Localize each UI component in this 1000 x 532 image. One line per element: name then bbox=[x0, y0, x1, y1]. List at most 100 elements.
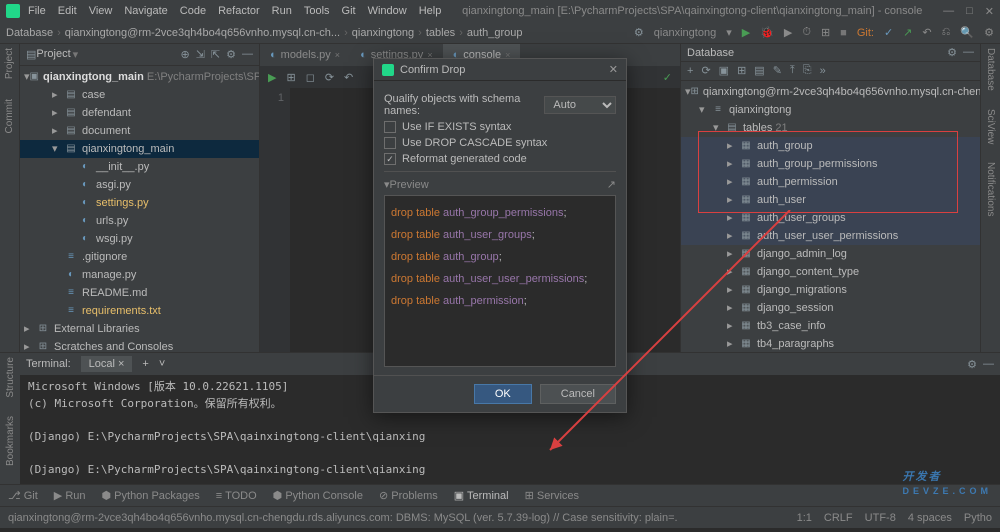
git-rollback-icon[interactable]: ⎌ bbox=[942, 26, 951, 39]
project-item-urls.py[interactable]: ◐urls.py bbox=[20, 212, 259, 230]
menu-git[interactable]: Git bbox=[342, 5, 356, 17]
chevron-down-icon[interactable]: ˅ bbox=[159, 358, 165, 370]
tool-todo[interactable]: ≡ TODO bbox=[216, 490, 257, 502]
menu-navigate[interactable]: Navigate bbox=[124, 5, 167, 17]
db-table-auth_user_user_permissions[interactable]: ▸▦auth_user_user_permissions bbox=[681, 227, 980, 245]
tool-services[interactable]: ⊞ Services bbox=[525, 489, 579, 502]
project-item-qianxingtong_main[interactable]: ▾▤qianxingtong_main bbox=[20, 140, 259, 158]
tool-run[interactable]: ▶ Run bbox=[54, 489, 86, 502]
add-tab-icon[interactable]: + bbox=[142, 358, 148, 370]
settings-icon[interactable]: ⚙ bbox=[947, 46, 957, 59]
commit-icon[interactable]: ⟳ bbox=[325, 71, 334, 84]
chevron-down-icon[interactable]: ▾ bbox=[726, 26, 732, 39]
tool-sciview[interactable]: SciView bbox=[985, 109, 996, 144]
db-table-django_admin_log[interactable]: ▸▦django_admin_log bbox=[681, 245, 980, 263]
tool-notifications[interactable]: Notifications bbox=[985, 162, 996, 216]
db-schema[interactable]: ▾≡qianxingtong bbox=[681, 101, 980, 119]
coverage-icon[interactable]: ▶ bbox=[784, 26, 792, 39]
menu-edit[interactable]: Edit bbox=[58, 5, 77, 17]
settings-icon[interactable]: ⚙ bbox=[967, 358, 977, 371]
checkbox-if-exists[interactable] bbox=[384, 121, 396, 133]
menu-refactor[interactable]: Refactor bbox=[218, 5, 260, 17]
collapse-icon[interactable]: ⇱ bbox=[211, 48, 220, 61]
debug-icon[interactable]: 🐞 bbox=[760, 26, 774, 39]
breadcrumb-item[interactable]: Database bbox=[6, 27, 53, 39]
tool-git[interactable]: ⎇ Git bbox=[8, 489, 38, 502]
tool-database[interactable]: Database bbox=[985, 48, 996, 91]
hide-icon[interactable]: — bbox=[242, 48, 253, 61]
project-item-document[interactable]: ▸▤document bbox=[20, 122, 259, 140]
tool-python-packages[interactable]: ⬢ Python Packages bbox=[102, 489, 200, 502]
filter-icon[interactable]: ▤ bbox=[754, 64, 764, 77]
menu-window[interactable]: Window bbox=[368, 5, 407, 17]
project-item-README.md[interactable]: ≡README.md bbox=[20, 284, 259, 302]
hide-icon[interactable]: — bbox=[983, 358, 994, 371]
search-icon[interactable]: 🔍 bbox=[960, 26, 974, 39]
edit-icon[interactable]: ✎ bbox=[773, 64, 782, 77]
add-icon[interactable]: + bbox=[687, 65, 693, 77]
db-table-django_session[interactable]: ▸▦django_session bbox=[681, 299, 980, 317]
breadcrumb-item[interactable]: tables bbox=[426, 27, 455, 39]
stop-icon[interactable]: ◻ bbox=[306, 71, 315, 84]
project-item-requirements.txt[interactable]: ≡requirements.txt bbox=[20, 302, 259, 320]
sync-icon[interactable]: ⤒ bbox=[790, 64, 795, 77]
project-item-.gitignore[interactable]: ≡.gitignore bbox=[20, 248, 259, 266]
db-table-tb3_case_info[interactable]: ▸▦tb3_case_info bbox=[681, 317, 980, 335]
breadcrumb-item[interactable]: qianxingtong@rm-2vce3qh4bo4q656vnho.mysq… bbox=[65, 27, 340, 39]
tool-bookmarks[interactable]: Bookmarks bbox=[5, 416, 16, 466]
stop-icon[interactable]: ▣ bbox=[719, 64, 729, 77]
status-position[interactable]: 1:1 bbox=[797, 512, 812, 524]
console-icon[interactable]: ⊞ bbox=[737, 64, 746, 77]
runconfig-icon[interactable]: ⚙ bbox=[634, 26, 644, 39]
menu-file[interactable]: File bbox=[28, 5, 46, 17]
menu-view[interactable]: View bbox=[89, 5, 113, 17]
tool-commit[interactable]: Commit bbox=[4, 99, 15, 133]
refresh-icon[interactable]: ⟳ bbox=[701, 64, 710, 77]
checkbox-reformat[interactable]: ✓ bbox=[384, 153, 396, 165]
execute-icon[interactable]: ▶ bbox=[268, 71, 276, 84]
status-encoding[interactable]: UTF-8 bbox=[865, 512, 896, 524]
project-item-asgi.py[interactable]: ◐asgi.py bbox=[20, 176, 259, 194]
runconfig-select[interactable]: qianxingtong bbox=[654, 27, 716, 39]
menu-tools[interactable]: Tools bbox=[304, 5, 330, 17]
breadcrumb-item[interactable]: auth_group bbox=[467, 27, 523, 39]
project-root[interactable]: ▾▣qianxingtong_main E:\PycharmProjects\S… bbox=[20, 68, 259, 86]
status-interpreter[interactable]: Pytho bbox=[964, 512, 992, 524]
db-connection[interactable]: ▾⊞qianxingtong@rm-2vce3qh4bo4q656vnho.my… bbox=[681, 83, 980, 101]
tool-structure[interactable]: Structure bbox=[5, 357, 16, 398]
qualify-select[interactable]: Auto bbox=[544, 96, 616, 114]
tool-terminal[interactable]: ▣ Terminal bbox=[454, 489, 509, 502]
status-line-sep[interactable]: CRLF bbox=[824, 512, 853, 524]
hide-icon[interactable]: — bbox=[963, 46, 974, 59]
git-update-icon[interactable]: ✓ bbox=[884, 26, 893, 39]
git-push-icon[interactable]: ↗ bbox=[903, 26, 912, 39]
menu-help[interactable]: Help bbox=[419, 5, 442, 17]
project-item-settings.py[interactable]: ◐settings.py bbox=[20, 194, 259, 212]
breadcrumb-item[interactable]: qianxingtong bbox=[352, 27, 414, 39]
stop-icon[interactable]: ■ bbox=[840, 27, 847, 39]
open-editor-icon[interactable]: ↗ bbox=[607, 178, 616, 191]
checkbox-cascade[interactable] bbox=[384, 137, 396, 149]
more-icon[interactable]: » bbox=[820, 65, 826, 77]
expand-icon[interactable]: ⇲ bbox=[196, 48, 205, 61]
editor-tab-models.py[interactable]: ◐models.py× bbox=[260, 44, 350, 66]
status-indent[interactable]: 4 spaces bbox=[908, 512, 952, 524]
project-External Libraries[interactable]: ▸⊞External Libraries bbox=[20, 320, 259, 338]
menu-run[interactable]: Run bbox=[272, 5, 292, 17]
tool-problems[interactable]: ⊘ Problems bbox=[379, 489, 438, 502]
project-item-manage.py[interactable]: ◐manage.py bbox=[20, 266, 259, 284]
db-table-tb4_paragraphs[interactable]: ▸▦tb4_paragraphs bbox=[681, 335, 980, 352]
tool-project[interactable]: Project bbox=[4, 48, 15, 79]
project-item-__init__.py[interactable]: ◐__init__.py bbox=[20, 158, 259, 176]
cancel-button[interactable]: Cancel bbox=[540, 384, 616, 404]
profile-icon[interactable]: ⏱ bbox=[802, 26, 811, 39]
terminal-tab[interactable]: Local × bbox=[81, 356, 133, 372]
copy-icon[interactable]: ⎘ bbox=[803, 64, 812, 77]
chevron-down-icon[interactable]: ▾ bbox=[73, 48, 79, 61]
db-table-django_migrations[interactable]: ▸▦django_migrations bbox=[681, 281, 980, 299]
project-item-case[interactable]: ▸▤case bbox=[20, 86, 259, 104]
concurrency-icon[interactable]: ⊞ bbox=[821, 26, 830, 39]
tool-python-console[interactable]: ⬢ Python Console bbox=[273, 489, 363, 502]
db-table-django_content_type[interactable]: ▸▦django_content_type bbox=[681, 263, 980, 281]
rollback-icon[interactable]: ↶ bbox=[344, 71, 353, 84]
